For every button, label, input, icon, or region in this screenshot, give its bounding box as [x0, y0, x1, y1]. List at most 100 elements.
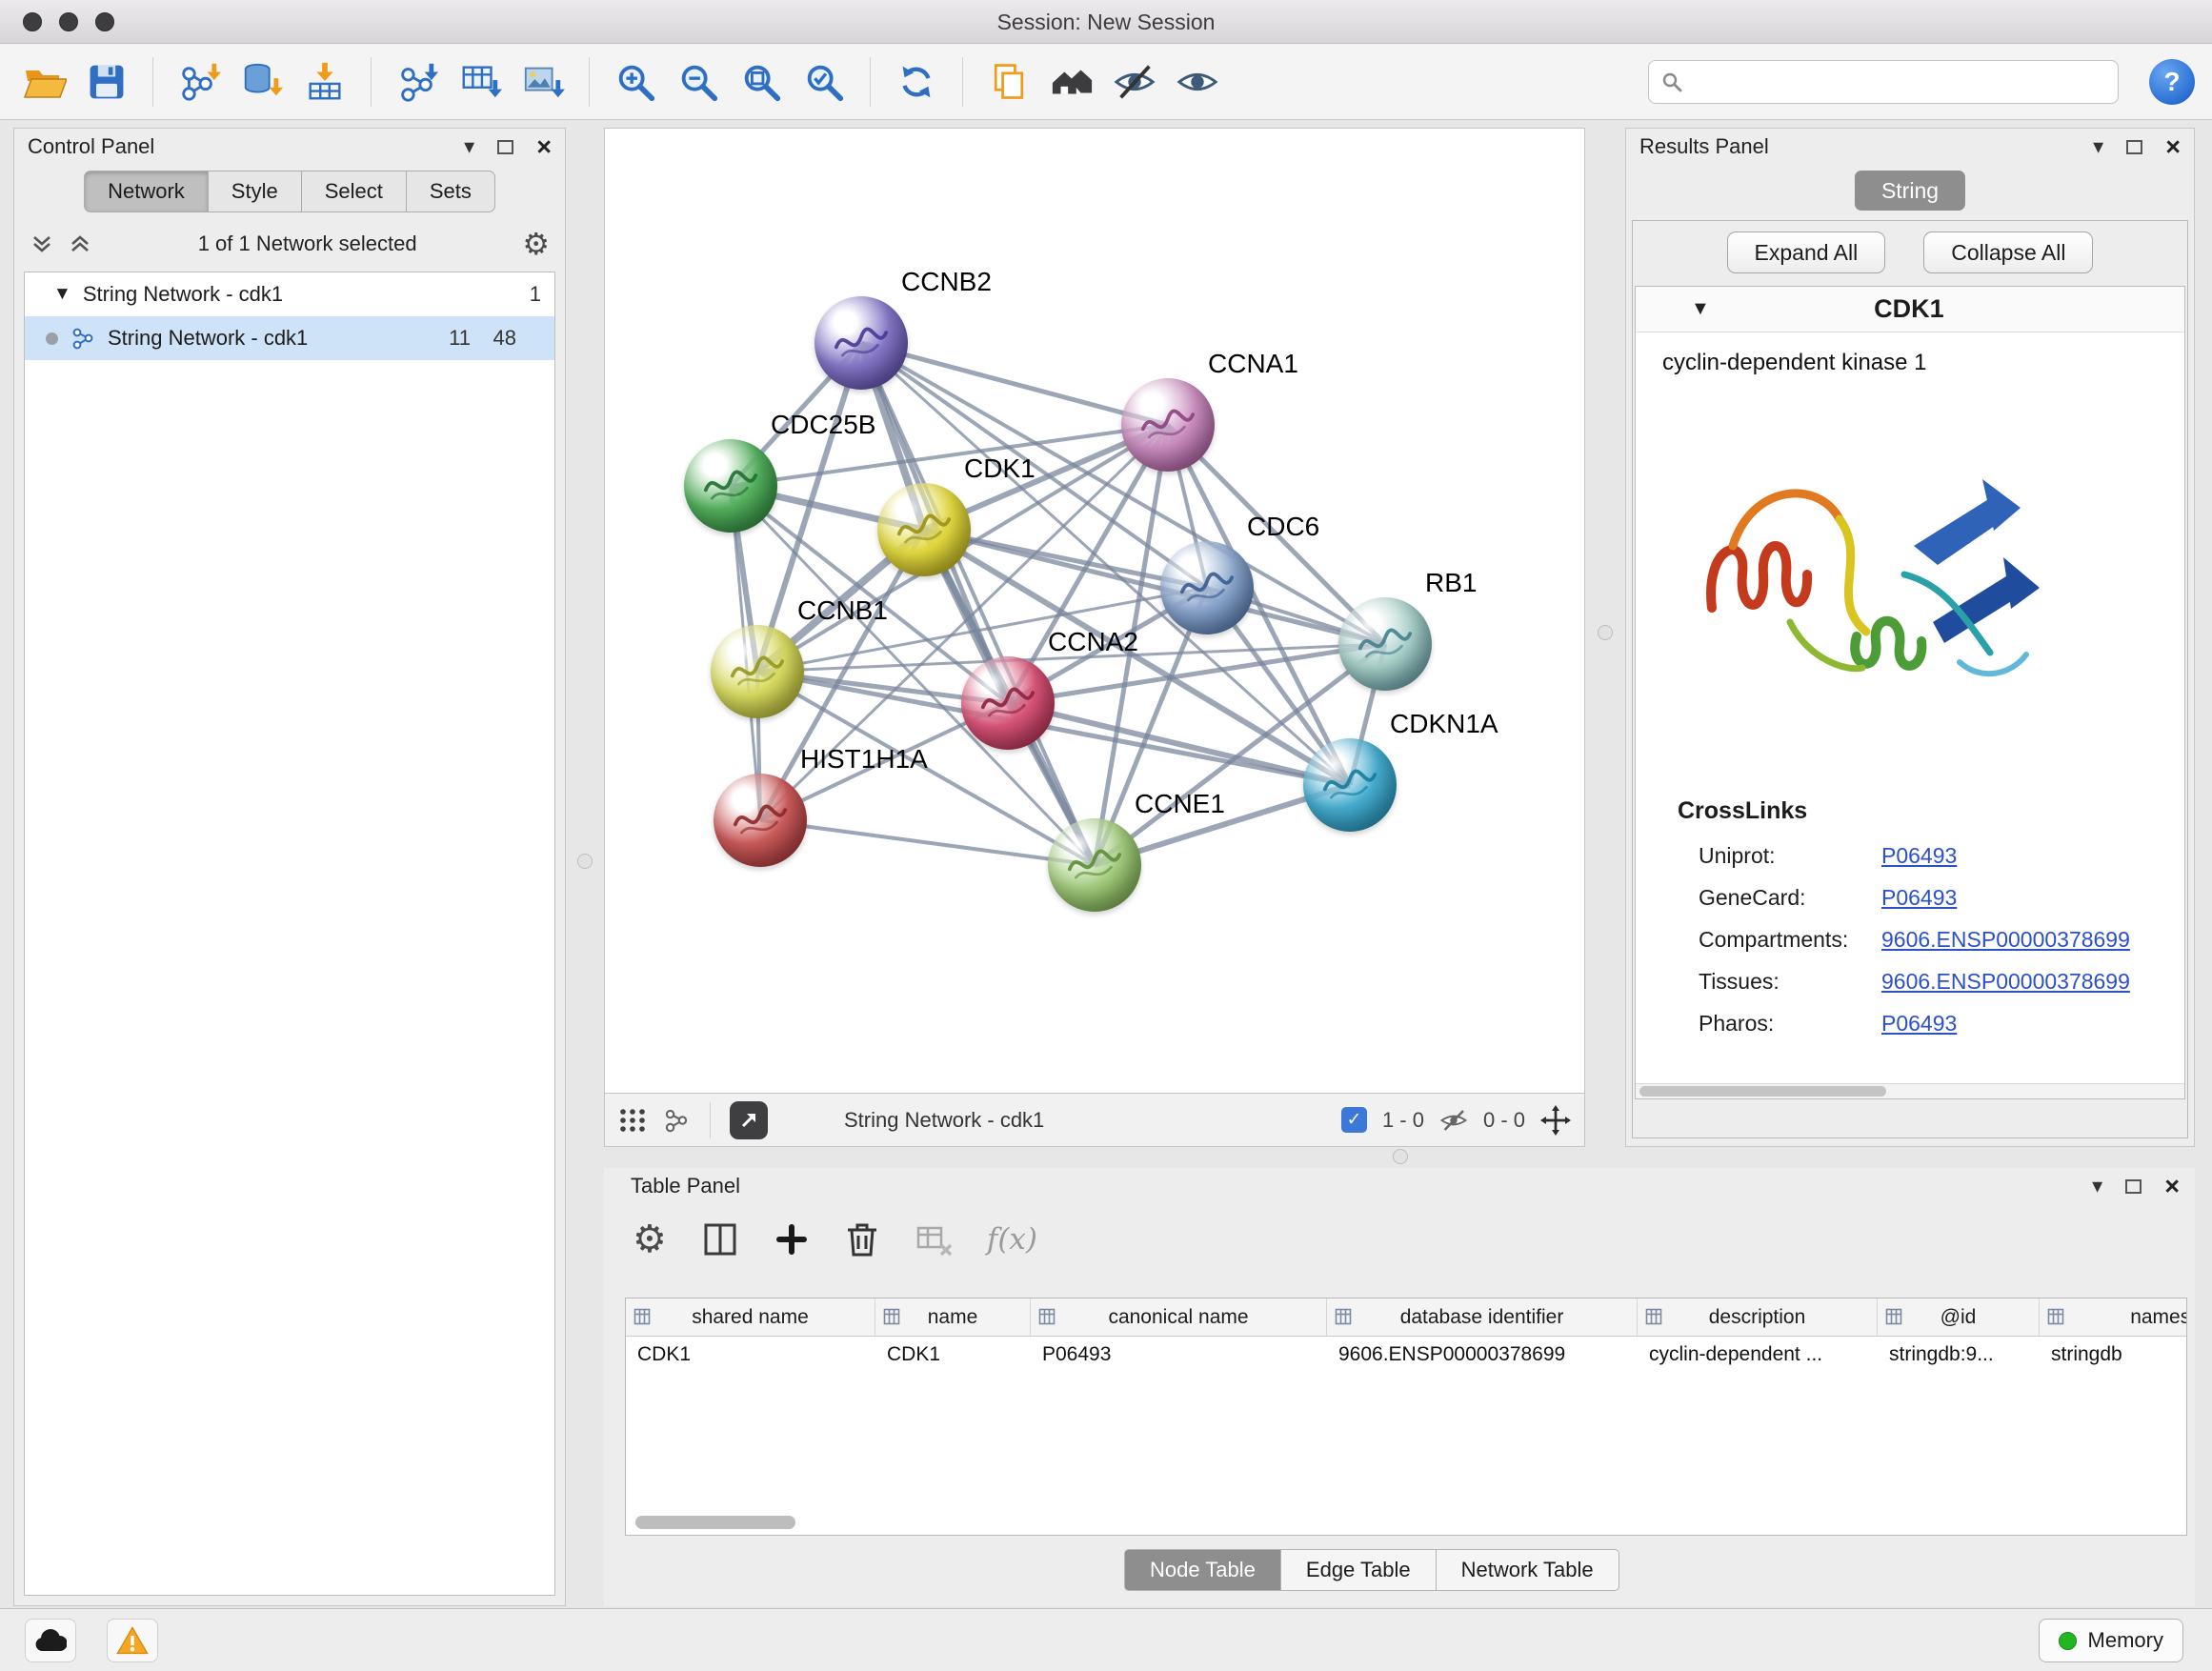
tab-string[interactable]: String: [1855, 171, 1965, 211]
float-panel-icon[interactable]: [497, 140, 513, 154]
column-header-namespace[interactable]: namespace: [2040, 1299, 2187, 1336]
cloud-status-button[interactable]: [25, 1619, 76, 1662]
hide-selected-button[interactable]: [1108, 54, 1161, 110]
panel-menu-caret-icon[interactable]: ▾: [2093, 136, 2103, 157]
splitter-handle[interactable]: [1598, 625, 1613, 640]
splitter-handle[interactable]: [1393, 1149, 1408, 1164]
export-image-button[interactable]: [516, 54, 570, 110]
search-input[interactable]: [1691, 70, 2106, 94]
network-view-share-icon[interactable]: [662, 1106, 691, 1135]
panel-menu-caret-icon[interactable]: ▾: [2092, 1176, 2102, 1197]
crosslink-link[interactable]: P06493: [1881, 885, 1957, 911]
zoom-in-button[interactable]: [609, 54, 662, 110]
column-header-name[interactable]: name: [875, 1299, 1031, 1336]
zoom-out-button[interactable]: [672, 54, 725, 110]
search-box[interactable]: [1648, 60, 2119, 104]
network-node-ccne1[interactable]: [1048, 818, 1141, 912]
network-node-cdc6[interactable]: [1160, 541, 1254, 634]
import-network-database-button[interactable]: [235, 54, 289, 110]
protein-card-header[interactable]: ▼ CDK1: [1636, 287, 2184, 332]
zoom-fit-button[interactable]: [734, 54, 788, 110]
current-network-bullet-icon: [46, 332, 58, 345]
tab-style[interactable]: Style: [208, 171, 302, 212]
network-node-ccna2[interactable]: [961, 656, 1055, 750]
table-cell[interactable]: P06493: [1031, 1337, 1327, 1373]
apply-layout-button[interactable]: [890, 54, 943, 110]
crosslink-link[interactable]: 9606.ENSP00000378699: [1881, 969, 2130, 995]
selected-checkbox[interactable]: ✓: [1341, 1107, 1367, 1133]
close-panel-icon[interactable]: ×: [536, 134, 552, 160]
import-table-button[interactable]: [298, 54, 352, 110]
column-header--id[interactable]: @id: [1878, 1299, 2040, 1336]
network-node-cdkn1a[interactable]: [1303, 738, 1397, 832]
table-data-row[interactable]: CDK1CDK1P064939606.ENSP00000378699cyclin…: [626, 1337, 2186, 1373]
tree-expander-icon[interactable]: ▼: [53, 284, 71, 305]
splitter-handle[interactable]: [577, 854, 593, 869]
zoom-selected-button[interactable]: [797, 54, 851, 110]
open-session-button[interactable]: [17, 54, 70, 110]
float-panel-icon[interactable]: [2126, 140, 2142, 154]
network-node-cdk1[interactable]: [877, 483, 971, 576]
table-cell[interactable]: stringdb:9...: [1878, 1337, 2040, 1373]
collapse-all-chevrons-icon[interactable]: [68, 232, 92, 256]
tab-network-table[interactable]: Network Table: [1436, 1549, 1619, 1591]
crosslink-link[interactable]: 9606.ENSP00000378699: [1881, 927, 2130, 953]
open-view-in-window-button[interactable]: [730, 1101, 768, 1139]
save-session-button[interactable]: [80, 54, 133, 110]
network-row-selected[interactable]: String Network - cdk1 11 48: [25, 316, 554, 360]
close-panel-icon[interactable]: ×: [2165, 134, 2181, 160]
expand-all-button[interactable]: Expand All: [1727, 232, 1886, 273]
panel-menu-caret-icon[interactable]: ▾: [464, 136, 474, 157]
network-node-ccnb2[interactable]: [814, 296, 908, 390]
close-panel-icon[interactable]: ×: [2164, 1174, 2180, 1199]
network-node-ccna1[interactable]: [1121, 378, 1215, 472]
crosslink-link[interactable]: P06493: [1881, 1011, 1957, 1037]
protein-card-cdk1: ▼ CDK1 cyclin-dependent kinase 1 CrossLi…: [1635, 286, 2185, 1099]
column-header-database-identifier[interactable]: database identifier: [1327, 1299, 1638, 1336]
show-columns-icon[interactable]: [701, 1220, 739, 1258]
tab-network[interactable]: Network: [84, 171, 209, 212]
float-panel-icon[interactable]: [2125, 1179, 2142, 1194]
table-options-gear-icon[interactable]: ⚙: [633, 1220, 667, 1258]
table-cell[interactable]: CDK1: [875, 1337, 1031, 1373]
memory-button[interactable]: Memory: [2039, 1619, 2183, 1662]
results-horizontal-scrollbar[interactable]: [1636, 1083, 2184, 1098]
column-header-description[interactable]: description: [1638, 1299, 1878, 1336]
network-options-gear-icon[interactable]: ⚙: [522, 229, 550, 259]
home-button[interactable]: [1045, 54, 1098, 110]
copy-document-button[interactable]: [982, 54, 1036, 110]
help-button[interactable]: ?: [2149, 59, 2195, 105]
network-node-ccnb1[interactable]: [711, 625, 804, 718]
new-table-from-network-button[interactable]: [453, 54, 507, 110]
table-horizontal-scrollbar[interactable]: [635, 1516, 795, 1529]
network-node-rb1[interactable]: [1338, 597, 1432, 691]
network-canvas[interactable]: CCNB2CCNA1CDC25BCDK1CDC6RB1CCNB1CCNA2CDK…: [604, 128, 1585, 1094]
pan-crosshair-icon[interactable]: [1540, 1105, 1571, 1136]
add-column-icon[interactable]: [774, 1221, 810, 1258]
network-collection-row[interactable]: ▼ String Network - cdk1 1: [25, 272, 554, 316]
new-network-from-selection-button[interactable]: [391, 54, 444, 110]
table-cell[interactable]: stringdb: [2040, 1337, 2187, 1373]
crosslink-link[interactable]: P06493: [1881, 843, 1957, 869]
delete-column-trash-icon[interactable]: [844, 1220, 880, 1258]
network-node-hist1h1a[interactable]: [714, 774, 807, 867]
table-cell[interactable]: CDK1: [626, 1337, 875, 1373]
tab-edge-table[interactable]: Edge Table: [1280, 1549, 1437, 1591]
network-node-cdc25b[interactable]: [684, 439, 777, 533]
tab-select[interactable]: Select: [301, 171, 407, 212]
warnings-button[interactable]: [107, 1619, 158, 1662]
tab-node-table[interactable]: Node Table: [1124, 1549, 1281, 1591]
hidden-eye-slash-icon[interactable]: [1439, 1106, 1468, 1135]
grid-view-icon[interactable]: [618, 1106, 647, 1135]
scrollbar-thumb[interactable]: [1639, 1086, 1886, 1097]
expand-all-chevrons-icon[interactable]: [30, 232, 54, 256]
show-all-button[interactable]: [1171, 54, 1224, 110]
collapse-section-icon[interactable]: ▼: [1691, 298, 1710, 320]
column-header-shared-name[interactable]: shared name: [626, 1299, 875, 1336]
tab-sets[interactable]: Sets: [406, 171, 495, 212]
table-cell[interactable]: cyclin-dependent ...: [1638, 1337, 1878, 1373]
column-header-canonical-name[interactable]: canonical name: [1031, 1299, 1327, 1336]
import-network-file-button[interactable]: [172, 54, 226, 110]
table-cell[interactable]: 9606.ENSP00000378699: [1327, 1337, 1638, 1373]
collapse-all-button[interactable]: Collapse All: [1923, 232, 2093, 273]
